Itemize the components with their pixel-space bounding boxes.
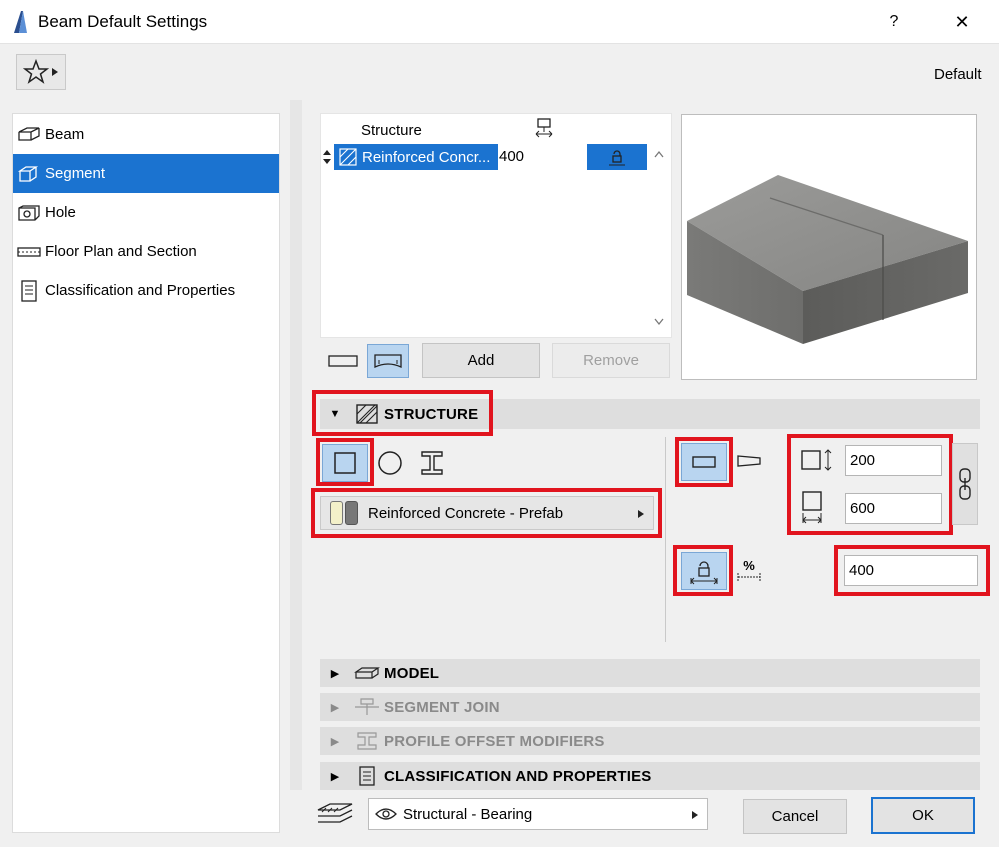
percent-icon: %: [743, 558, 755, 573]
title-bar: Beam Default Settings ? ✕: [0, 0, 999, 44]
curved-segment-button[interactable]: [367, 344, 409, 378]
tapered-shape-icon: [737, 455, 761, 467]
floor-plan-icon: [17, 241, 41, 263]
concrete-block-image: [687, 175, 968, 344]
segment-join-icon: [350, 696, 384, 718]
profile-offset-section-header[interactable]: ▶ PROFILE OFFSET MODIFIERS: [320, 727, 980, 755]
cancel-button[interactable]: Cancel: [743, 799, 847, 834]
layer-name: Structural - Bearing: [403, 805, 533, 823]
complex-profile-button[interactable]: [414, 446, 450, 480]
remove-button[interactable]: Remove: [552, 343, 670, 378]
close-button[interactable]: ✕: [942, 6, 982, 38]
divider: [665, 437, 666, 642]
scroll-down-icon[interactable]: [654, 318, 664, 326]
favorites-button[interactable]: [16, 54, 66, 90]
collapsed-triangle-icon: ▶: [330, 770, 340, 783]
window-title: Beam Default Settings: [38, 12, 208, 31]
sidebar-item-beam[interactable]: Beam: [13, 115, 279, 154]
segment-icon: [17, 163, 41, 185]
circle-profile-icon: [378, 451, 402, 475]
hatch-icon: [339, 148, 357, 166]
collapsed-triangle-icon: ▶: [330, 701, 340, 714]
model-section-title: MODEL: [384, 664, 440, 682]
scroll-up-icon[interactable]: [654, 150, 664, 158]
classification-icon: [350, 765, 384, 787]
archicad-logo-icon: [14, 11, 27, 33]
link-dimensions-button[interactable]: [952, 443, 978, 525]
layer-selector[interactable]: Structural - Bearing: [368, 798, 708, 830]
classification-icon: [17, 279, 41, 302]
round-profile-button[interactable]: [372, 446, 408, 480]
help-button[interactable]: ?: [874, 6, 914, 38]
classification-section-header[interactable]: ▶ CLASSIFICATION AND PROPERTIES: [320, 762, 980, 790]
close-icon: ✕: [954, 11, 970, 32]
dimension-arrow-icon: [737, 573, 761, 581]
highlight-taper-lock: [673, 545, 733, 596]
tapered-beam-shape-button[interactable]: [734, 446, 764, 476]
highlight-rect-profile: [316, 438, 374, 486]
model-section-header[interactable]: ▶ MODEL: [320, 659, 980, 687]
i-beam-profile-icon: [421, 451, 443, 475]
taper-percent-button[interactable]: %: [734, 556, 764, 586]
segment-join-section-header[interactable]: ▶ SEGMENT JOIN: [320, 693, 980, 721]
favorite-name: Default: [934, 66, 982, 83]
sidebar-item-classification[interactable]: Classification and Properties: [13, 271, 279, 310]
panel-scrollbar[interactable]: [290, 100, 302, 790]
list-header-structure: Structure: [361, 121, 422, 139]
highlight-structure-header: [312, 390, 493, 436]
segment-lock-cell[interactable]: [587, 144, 647, 170]
segment-join-section-title: SEGMENT JOIN: [384, 698, 500, 716]
profile-offset-section-title: PROFILE OFFSET MODIFIERS: [384, 732, 605, 750]
sidebar-item-floor-plan[interactable]: Floor Plan and Section: [13, 232, 279, 271]
segment-value-cell[interactable]: 400: [499, 148, 524, 165]
star-icon: [23, 59, 49, 84]
profile-offset-icon: [350, 730, 384, 752]
highlight-dimensions: [787, 434, 953, 535]
drag-handle-icon[interactable]: [322, 150, 332, 164]
eye-icon: [375, 808, 397, 820]
ok-button[interactable]: OK: [871, 797, 975, 834]
chain-link-icon: [959, 468, 971, 500]
layers-icon: [317, 803, 353, 823]
sidebar-item-hole[interactable]: Hole: [13, 193, 279, 232]
collapsed-triangle-icon: ▶: [330, 667, 340, 680]
collapsed-triangle-icon: ▶: [330, 735, 340, 748]
straight-beam-icon: [328, 355, 358, 367]
model-icon: [350, 662, 384, 684]
preview-3d[interactable]: [681, 114, 977, 380]
straight-segment-button[interactable]: [323, 344, 363, 378]
beam-icon: [17, 124, 41, 146]
curved-beam-icon: [374, 354, 402, 369]
highlight-material: [311, 488, 662, 538]
list-item[interactable]: Reinforced Concr... 400: [321, 144, 656, 170]
highlight-taper-value: [834, 545, 990, 596]
segment-list[interactable]: Structure Reinforced Concr... 400: [320, 113, 672, 338]
profile-lock-icon: [609, 150, 625, 166]
sidebar: Beam Segment Hole Floor Plan and Section…: [12, 113, 280, 833]
hole-icon: [17, 202, 41, 224]
classification-section-title: CLASSIFICATION AND PROPERTIES: [384, 767, 652, 785]
triangle-right-icon: [52, 68, 58, 76]
sidebar-item-segment[interactable]: Segment: [13, 154, 279, 193]
triangle-right-icon: [692, 811, 698, 819]
add-button[interactable]: Add: [422, 343, 540, 378]
highlight-straight-shape: [675, 437, 733, 487]
width-icon: [535, 118, 553, 138]
segment-name-cell[interactable]: Reinforced Concr...: [334, 144, 498, 170]
